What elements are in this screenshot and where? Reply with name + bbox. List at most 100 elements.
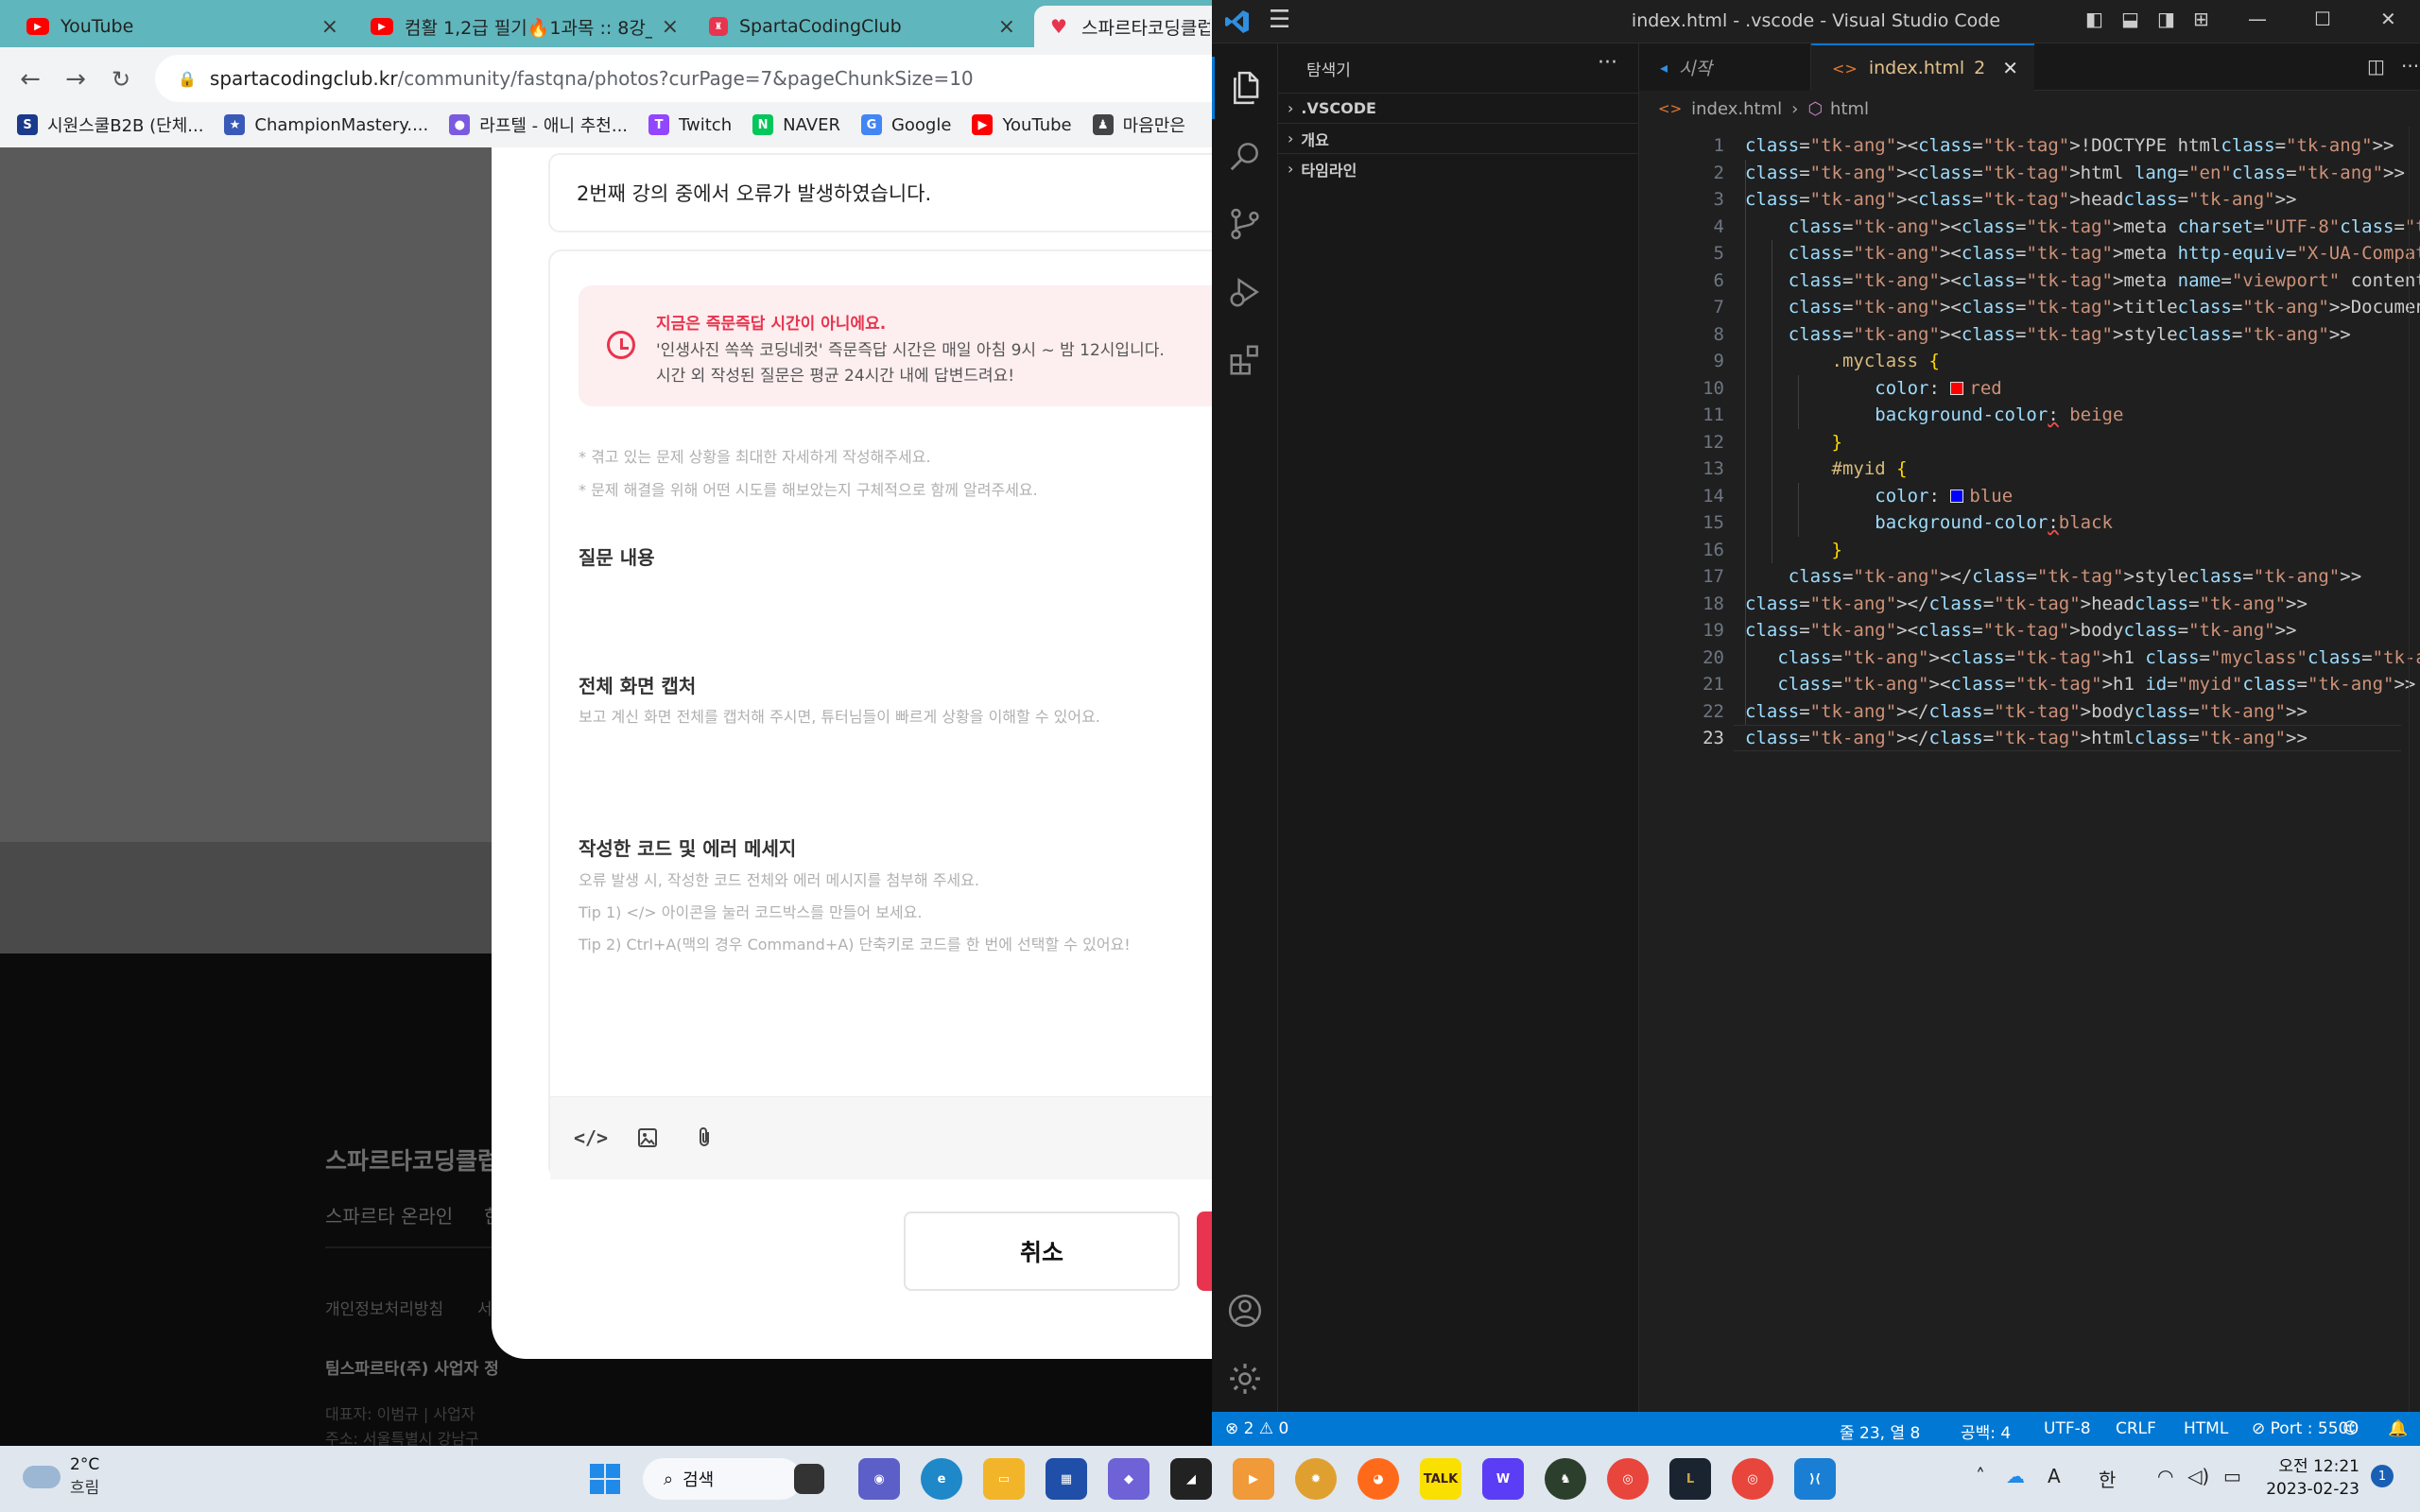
question-editor[interactable]: 지금은 즉문즉답 시간이 아니에요. '인생사진 쏙쏙 코딩네컷' 즉문즉답 시… (548, 249, 1212, 1179)
taskbar-search[interactable]: ⌕ 검색 (643, 1458, 802, 1500)
customize-layout-icon[interactable]: ⊞ (2193, 8, 2209, 30)
notification-badge[interactable]: 1 (2371, 1465, 2394, 1487)
reload-icon[interactable]: ↻ (102, 60, 140, 98)
game-app-icon[interactable]: ♞ (1545, 1458, 1586, 1500)
question-title-field[interactable]: 2번째 강의 중에서 오류가 발생하였습니다. (548, 153, 1212, 232)
language-mode[interactable]: HTML (2184, 1419, 2228, 1438)
back-icon[interactable]: ← (11, 60, 49, 98)
battery-icon[interactable]: ▭ (2223, 1465, 2241, 1487)
start-button[interactable] (584, 1458, 626, 1500)
more-actions-icon[interactable]: ··· (1598, 51, 1617, 75)
code-line[interactable]: class="tk-ang"><class="tk-tag">headclass… (1745, 186, 2297, 214)
toggle-panel-icon[interactable]: ⬓ (2121, 8, 2139, 30)
close-tab-icon[interactable]: × (662, 15, 679, 39)
kakaotalk-icon[interactable]: TALK (1420, 1458, 1461, 1500)
onedrive-icon[interactable]: ☁ (2006, 1465, 2025, 1487)
maximize-icon[interactable]: ☐ (2314, 8, 2331, 30)
code-line[interactable]: class="tk-ang"></class="tk-tag">htmlclas… (1745, 725, 2308, 752)
code-line[interactable]: class="tk-ang"><class="tk-tag">h1 class=… (1745, 644, 2420, 672)
browser-tab-youtube[interactable]: ▶ YouTube × (13, 6, 352, 47)
forward-icon[interactable]: → (57, 60, 95, 98)
code-line[interactable]: class="tk-ang"><class="tk-tag">meta name… (1745, 267, 2420, 295)
code-line[interactable]: background-color:black (1745, 509, 2113, 537)
bookmark-item[interactable]: N NAVER (752, 114, 840, 135)
code-line[interactable]: class="tk-ang"><class="tk-tag">bodyclass… (1745, 617, 2297, 644)
code-line[interactable]: background-color: beige (1745, 402, 2123, 429)
weather-widget[interactable]: 2°C 흐림 (23, 1455, 99, 1498)
code-editor[interactable]: 1 class="tk-ang"><class="tk-tag">!DOCTYPE… (1639, 127, 2420, 1412)
more-actions-icon[interactable]: ··· (2401, 55, 2419, 77)
feedback-icon[interactable]: ☺ (2342, 1419, 2360, 1438)
code-line[interactable]: color: blue (1745, 483, 2013, 510)
task-view-icon[interactable] (794, 1464, 824, 1494)
ime-indicator[interactable]: 한 (2099, 1465, 2116, 1492)
settings-app-icon[interactable]: ✹ (1295, 1458, 1337, 1500)
teams-chat-icon[interactable]: ◉ (858, 1458, 900, 1500)
search-icon[interactable] (1212, 125, 1278, 187)
bookmark-item[interactable]: S 시원스쿨B2B (단체... (17, 112, 203, 137)
line-ending[interactable]: CRLF (2116, 1419, 2156, 1438)
code-line[interactable]: class="tk-ang"><class="tk-tag">styleclas… (1745, 321, 2351, 349)
file-explorer-icon[interactable]: ▭ (983, 1458, 1025, 1500)
code-line[interactable]: .myclass { (1745, 348, 1940, 375)
browser-tab-active[interactable]: ♥ 스파르타코딩클럽 (1034, 6, 1212, 47)
encoding[interactable]: UTF-8 (2044, 1419, 2091, 1438)
code-line[interactable]: } (1745, 537, 1842, 564)
attachment-icon[interactable] (688, 1122, 720, 1154)
settings-gear-icon[interactable] (1212, 1348, 1278, 1410)
close-window-icon[interactable]: ✕ (2380, 8, 2396, 30)
system-clock[interactable]: 오전 12:21 2023-02-23 (2265, 1455, 2360, 1501)
code-line[interactable]: color: red (1745, 375, 2001, 403)
extensions-icon[interactable] (1212, 329, 1278, 391)
notifications-bell-icon[interactable]: 🔔 (2388, 1419, 2408, 1438)
chrome-profile-icon[interactable]: ◎ (1732, 1458, 1773, 1500)
code-line[interactable]: } (1745, 429, 1842, 456)
media-player-icon[interactable]: ▶ (1233, 1458, 1274, 1500)
indentation[interactable]: 공백: 4 (1961, 1419, 2011, 1443)
toggle-secondary-sidebar-icon[interactable]: ◨ (2157, 8, 2175, 30)
breadcrumb-file[interactable]: index.html (1691, 99, 1782, 119)
code-line[interactable]: class="tk-ang"></class="tk-tag">bodyclas… (1745, 698, 2308, 726)
code-line[interactable]: class="tk-ang"><class="tk-tag">html lang… (1745, 160, 2405, 187)
footer-privacy-link[interactable]: 개인정보처리방침 (325, 1296, 443, 1319)
browser-tab-lecture[interactable]: ▶ 컴활 1,2급 필기🔥1과목 :: 8강_ × (357, 6, 692, 47)
chrome-icon[interactable]: ◎ (1607, 1458, 1649, 1500)
image-icon[interactable] (631, 1122, 664, 1154)
toggle-sidebar-icon[interactable]: ◧ (2085, 8, 2103, 30)
store-icon[interactable]: ▦ (1046, 1458, 1087, 1500)
font-icon[interactable]: A (2048, 1465, 2061, 1487)
tab-start[interactable]: ◂ 시작 (1639, 43, 1811, 91)
code-line[interactable]: class="tk-ang"></class="tk-tag">stylecla… (1745, 563, 2361, 591)
bookmark-item[interactable]: G Google (860, 114, 951, 135)
minimize-icon[interactable]: — (2248, 8, 2267, 30)
explorer-section-outline[interactable]: › 개요 (1278, 123, 1639, 153)
firefox-icon[interactable]: ◕ (1357, 1458, 1399, 1500)
close-tab-icon[interactable]: ✕ (2002, 57, 2018, 79)
bookmark-item[interactable]: ● 라프텔 - 애니 추천... (449, 112, 628, 137)
run-debug-icon[interactable] (1212, 261, 1278, 323)
submit-button[interactable] (1197, 1211, 1212, 1291)
code-line[interactable]: #myid { (1745, 455, 1908, 483)
cursor-position[interactable]: 줄 23, 열 8 (1840, 1419, 1920, 1443)
volume-icon[interactable]: ◁) (2187, 1465, 2209, 1487)
browser-tab-sparta[interactable]: ♜ SpartaCodingClub × (696, 6, 1028, 47)
weverse-icon[interactable]: W (1482, 1458, 1524, 1500)
copilot-icon[interactable]: ◆ (1108, 1458, 1150, 1500)
code-line[interactable]: class="tk-ang"><class="tk-tag">titleclas… (1745, 294, 2420, 321)
footer-link-online[interactable]: 스파르타 온라인 (325, 1201, 453, 1228)
split-editor-icon[interactable]: ◫ (2367, 55, 2385, 77)
accounts-icon[interactable] (1212, 1280, 1278, 1342)
explorer-section-vscode[interactable]: › .VSCODE (1278, 93, 1639, 123)
code-line[interactable]: class="tk-ang"><class="tk-tag">!DOCTYPE … (1745, 132, 2394, 160)
wifi-icon[interactable]: ◠ (2157, 1465, 2173, 1487)
code-line[interactable]: class="tk-ang"><class="tk-tag">h1 id="my… (1745, 671, 2420, 698)
sticky-app-icon[interactable]: ◢ (1170, 1458, 1212, 1500)
source-control-icon[interactable] (1212, 193, 1278, 255)
explorer-icon[interactable] (1212, 57, 1278, 119)
editor-scrollbar[interactable] (2409, 127, 2420, 1412)
vscode-taskbar-icon[interactable]: ⟩⟨ (1794, 1458, 1836, 1500)
bookmark-item[interactable]: ▶ YouTube (972, 114, 1072, 135)
breadcrumb-node[interactable]: html (1830, 99, 1869, 119)
close-tab-icon[interactable]: × (998, 15, 1015, 39)
show-hidden-icons-icon[interactable]: ˄ (1976, 1465, 1985, 1487)
